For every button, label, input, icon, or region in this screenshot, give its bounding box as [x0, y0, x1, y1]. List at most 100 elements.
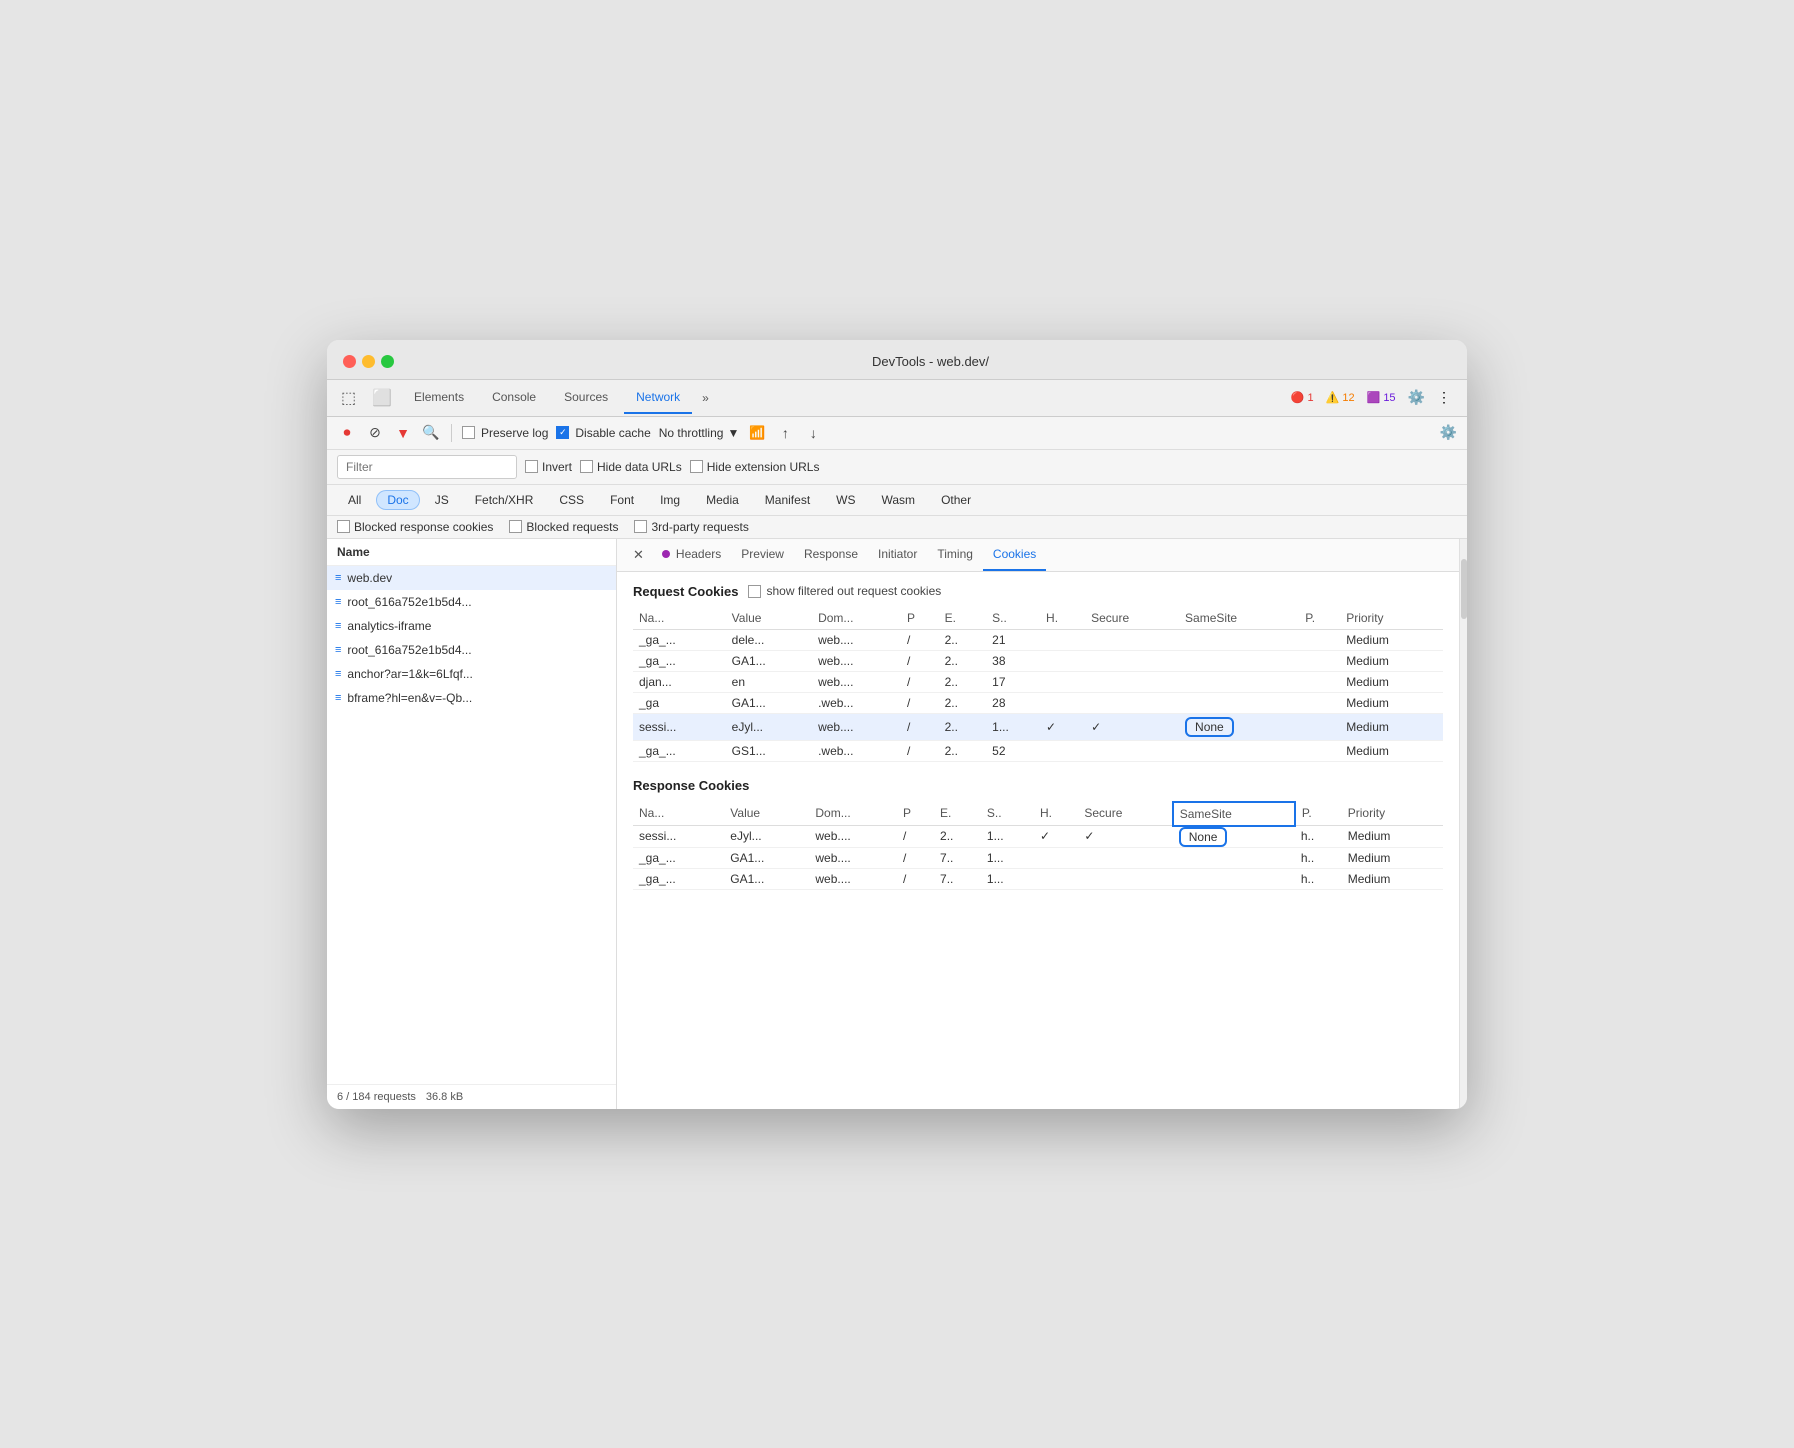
record-stop-button[interactable]: ⏺	[337, 423, 357, 443]
network-settings-icon[interactable]: ⚙️	[1440, 424, 1457, 441]
download-icon[interactable]: ↓	[803, 423, 823, 443]
close-detail-button[interactable]: ✕	[625, 539, 652, 571]
request-item-anchor[interactable]: ≡ anchor?ar=1&k=6Lfqf...	[327, 662, 616, 686]
resource-btn-media[interactable]: Media	[695, 490, 750, 510]
response-cookie-row[interactable]: _ga_... GA1... web.... / 7.. 1... h..	[633, 868, 1443, 889]
blocked-row: Blocked response cookies Blocked request…	[327, 516, 1467, 539]
throttle-selector[interactable]: No throttling ▼	[659, 426, 740, 440]
clear-button[interactable]: ⊘	[365, 423, 385, 443]
request-item-analytics[interactable]: ≡ analytics-iframe	[327, 614, 616, 638]
settings-icon[interactable]: ⚙️	[1408, 389, 1425, 406]
tab-network[interactable]: Network	[624, 382, 692, 414]
hide-data-urls-checkbox[interactable]	[580, 460, 593, 473]
col-samesite[interactable]: SameSite	[1179, 607, 1299, 630]
resp-col-priority[interactable]: Priority	[1342, 802, 1443, 826]
tab-console[interactable]: Console	[480, 382, 548, 414]
request-cookie-row-highlighted[interactable]: sessi... eJyl... web.... / 2.. 1... ✓ ✓ …	[633, 713, 1443, 740]
resource-btn-all[interactable]: All	[337, 490, 372, 510]
request-item-webdev[interactable]: ≡ web.dev	[327, 566, 616, 590]
request-item-root1[interactable]: ≡ root_616a752e1b5d4...	[327, 590, 616, 614]
blocked-response-cookies-checkbox[interactable]	[337, 520, 350, 533]
response-cookies-table: Na... Value Dom... P E. S.. H. Secure Sa…	[633, 801, 1443, 890]
device-icon[interactable]: ⬜	[366, 380, 398, 416]
tab-preview[interactable]: Preview	[731, 539, 794, 571]
resource-btn-ws[interactable]: WS	[825, 490, 866, 510]
show-filtered-checkbox[interactable]	[748, 585, 761, 598]
request-cookie-row[interactable]: _ga_... GS1... .web... / 2.. 52 Medi	[633, 740, 1443, 761]
close-button[interactable]	[343, 355, 356, 368]
more-tabs-button[interactable]: »	[696, 383, 715, 413]
tab-cookies[interactable]: Cookies	[983, 539, 1046, 571]
disable-cache-checkbox[interactable]: ✓	[556, 426, 569, 439]
tab-initiator[interactable]: Initiator	[868, 539, 927, 571]
preserve-log-label: Preserve log	[481, 426, 548, 440]
resp-col-name[interactable]: Na...	[633, 802, 724, 826]
col-secure[interactable]: Secure	[1085, 607, 1179, 630]
resource-btn-fetch-xhr[interactable]: Fetch/XHR	[464, 490, 545, 510]
search-button[interactable]: 🔍	[421, 423, 441, 443]
third-party-requests-area: 3rd-party requests	[634, 520, 748, 534]
col-path[interactable]: P	[901, 607, 939, 630]
scrollbar-thumb[interactable]	[1461, 559, 1467, 619]
more-options-icon[interactable]: ⋮	[1437, 389, 1451, 406]
col-domain[interactable]: Dom...	[812, 607, 901, 630]
col-value[interactable]: Value	[726, 607, 812, 630]
resp-rc-size-1: 1...	[981, 826, 1034, 848]
col-name[interactable]: Na...	[633, 607, 726, 630]
request-cookie-row[interactable]: djan... en web.... / 2.. 17 Medium	[633, 671, 1443, 692]
resp-col-expires[interactable]: E.	[934, 802, 981, 826]
third-party-requests-checkbox[interactable]	[634, 520, 647, 533]
minimize-button[interactable]	[362, 355, 375, 368]
resp-col-size[interactable]: S..	[981, 802, 1034, 826]
resp-col-samesite[interactable]: SameSite	[1173, 802, 1295, 826]
resource-btn-other[interactable]: Other	[930, 490, 982, 510]
resp-col-secure[interactable]: Secure	[1078, 802, 1172, 826]
upload-icon[interactable]: ↑	[775, 423, 795, 443]
tab-elements[interactable]: Elements	[402, 382, 476, 414]
resource-btn-doc[interactable]: Doc	[376, 490, 419, 510]
resource-btn-img[interactable]: Img	[649, 490, 691, 510]
resource-btn-manifest[interactable]: Manifest	[754, 490, 821, 510]
tab-sources[interactable]: Sources	[552, 382, 620, 414]
blocked-requests-checkbox[interactable]	[509, 520, 522, 533]
resource-btn-js[interactable]: JS	[424, 490, 460, 510]
col-expires[interactable]: E.	[939, 607, 987, 630]
resp-col-domain[interactable]: Dom...	[809, 802, 897, 826]
hide-extension-urls-checkbox[interactable]	[690, 460, 703, 473]
requests-count: 6 / 184 requests	[337, 1091, 416, 1103]
filter-input[interactable]	[337, 455, 517, 479]
resp-col-httponly[interactable]: H.	[1034, 802, 1078, 826]
scrollbar[interactable]	[1459, 539, 1467, 1109]
response-cookie-row-highlighted[interactable]: sessi... eJyl... web.... / 2.. 1... ✓ ✓ …	[633, 826, 1443, 848]
col-prio1[interactable]: P.	[1299, 607, 1340, 630]
wifi-icon: 📶	[747, 423, 767, 443]
filter-button[interactable]: ▼	[393, 423, 413, 443]
invert-checkbox[interactable]	[525, 460, 538, 473]
resp-rc-path-3: /	[897, 868, 934, 889]
response-cookie-row[interactable]: _ga_... GA1... web.... / 7.. 1... h..	[633, 847, 1443, 868]
request-cookie-row[interactable]: _ga GA1... .web... / 2.. 28 Medium	[633, 692, 1443, 713]
resource-btn-font[interactable]: Font	[599, 490, 645, 510]
request-cookie-row[interactable]: _ga_... dele... web.... / 2.. 21 Med	[633, 629, 1443, 650]
resource-btn-wasm[interactable]: Wasm	[871, 490, 927, 510]
tab-headers[interactable]: Headers	[652, 539, 731, 571]
resp-col-prio1[interactable]: P.	[1295, 802, 1342, 826]
maximize-button[interactable]	[381, 355, 394, 368]
request-name-root1: root_616a752e1b5d4...	[347, 595, 471, 609]
resp-col-value[interactable]: Value	[724, 802, 809, 826]
resource-btn-css[interactable]: CSS	[548, 490, 595, 510]
request-item-root2[interactable]: ≡ root_616a752e1b5d4...	[327, 638, 616, 662]
request-cookie-row[interactable]: _ga_... GA1... web.... / 2.. 38 Medi	[633, 650, 1443, 671]
resp-col-path[interactable]: P	[897, 802, 934, 826]
request-item-bframe[interactable]: ≡ bframe?hl=en&v=-Qb...	[327, 686, 616, 710]
tab-timing[interactable]: Timing	[927, 539, 983, 571]
col-httponly[interactable]: H.	[1040, 607, 1085, 630]
cursor-icon[interactable]: ⬚	[335, 380, 362, 416]
preserve-log-checkbox[interactable]	[462, 426, 475, 439]
col-size[interactable]: S..	[986, 607, 1040, 630]
rc-path-5: /	[901, 713, 939, 740]
resp-rc-samesite-3	[1173, 868, 1295, 889]
col-priority[interactable]: Priority	[1340, 607, 1443, 630]
response-cookies-title: Response Cookies	[633, 778, 1443, 793]
tab-response[interactable]: Response	[794, 539, 868, 571]
